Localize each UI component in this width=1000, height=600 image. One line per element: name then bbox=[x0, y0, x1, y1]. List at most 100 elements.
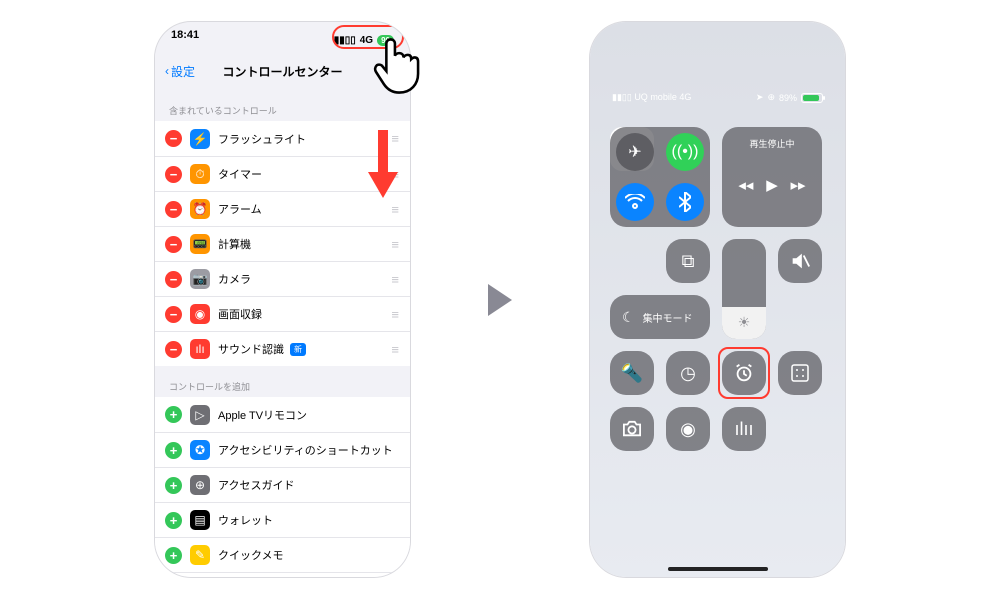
statusbar-left: 18:41 ▮▮▯▯ 4G 90 bbox=[155, 22, 410, 52]
moon-icon: ☾ bbox=[622, 309, 635, 326]
control-icon: 📷 bbox=[190, 269, 210, 289]
drag-handle-icon[interactable]: ≡ bbox=[391, 202, 398, 217]
add-button[interactable]: + bbox=[165, 442, 182, 459]
play-icon[interactable]: ▶ bbox=[766, 176, 778, 194]
included-controls-list: −⚡フラッシュライト≡−⏱タイマー≡−⏰アラーム≡−📟計算機≡−📷カメラ≡−◉画… bbox=[155, 121, 410, 366]
drag-handle-icon[interactable]: ≡ bbox=[391, 342, 398, 357]
screen-record-tile[interactable]: ◉ bbox=[666, 407, 710, 451]
volume-slider[interactable] bbox=[778, 239, 822, 283]
control-label: Apple TVリモコン bbox=[218, 407, 307, 423]
signal-icon: ▮▮▯▯ bbox=[612, 92, 634, 102]
remove-button[interactable]: − bbox=[165, 271, 182, 288]
battery-icon bbox=[801, 93, 823, 103]
page-title: コントロールセンター bbox=[155, 63, 410, 80]
control-label: タイマー bbox=[218, 166, 262, 182]
control-icon: ⚡ bbox=[190, 129, 210, 149]
now-playing-tile[interactable]: 再生停止中 ◂◂ ▶ ▸▸ bbox=[722, 127, 822, 227]
phone-control-center: ▮▮▯▯ UQ mobile 4G ➤ ⊕ 89% ✈ ((•)) 再生停止中 … bbox=[590, 22, 845, 577]
calculator-tile[interactable] bbox=[778, 351, 822, 395]
add-button[interactable]: + bbox=[165, 477, 182, 494]
flashlight-tile[interactable]: 🔦 bbox=[610, 351, 654, 395]
connectivity-tile[interactable]: ✈ ((•)) bbox=[610, 127, 710, 227]
remove-button[interactable]: − bbox=[165, 166, 182, 183]
battery-pill: 90 bbox=[377, 35, 394, 46]
airplane-toggle[interactable]: ✈ bbox=[616, 133, 654, 171]
control-icon: ◉ bbox=[190, 304, 210, 324]
navbar: ‹ 設定 コントロールセンター bbox=[155, 52, 410, 90]
control-icon: 📟 bbox=[190, 234, 210, 254]
timer-tile[interactable]: ◷ bbox=[666, 351, 710, 395]
remove-button[interactable]: − bbox=[165, 306, 182, 323]
control-label: クイックメモ bbox=[218, 547, 284, 563]
section-header-included: 含まれているコントロール bbox=[155, 90, 410, 121]
location-icon: ➤ bbox=[756, 92, 764, 103]
add-button[interactable]: + bbox=[165, 512, 182, 529]
control-row[interactable]: −⏱タイマー≡ bbox=[155, 156, 410, 191]
add-button[interactable]: + bbox=[165, 406, 182, 423]
now-playing-title: 再生停止中 bbox=[732, 137, 812, 150]
control-row[interactable]: −⏰アラーム≡ bbox=[155, 191, 410, 226]
control-label: 計算機 bbox=[218, 236, 251, 252]
control-row[interactable]: +▣コードスキャナー bbox=[155, 572, 410, 577]
control-label: 画面収録 bbox=[218, 306, 262, 322]
control-center-grid: ✈ ((•)) 再生停止中 ◂◂ ▶ ▸▸ ⧉ ☀ bbox=[610, 127, 825, 171]
signal-icon: ▮▮▯▯ bbox=[334, 35, 356, 46]
bluetooth-toggle[interactable] bbox=[666, 183, 704, 221]
network-label: 4G bbox=[360, 35, 373, 46]
control-row[interactable]: −⚡ フラッシュライト ≡ bbox=[155, 121, 410, 156]
cellular-toggle[interactable]: ((•)) bbox=[666, 133, 704, 171]
control-icon: ✪ bbox=[190, 440, 210, 460]
add-button[interactable]: + bbox=[165, 547, 182, 564]
phone-settings: 18:41 ▮▮▯▯ 4G 90 ‹ 設定 コントロールセンター 含まれているコ… bbox=[155, 22, 410, 577]
alarm-active-icon: ⊕ bbox=[767, 92, 775, 103]
control-icon: ılı bbox=[190, 339, 210, 359]
carrier-label: ▮▮▯▯ UQ mobile 4G bbox=[612, 92, 691, 103]
settings-scroll[interactable]: 含まれているコントロール −⚡フラッシュライト≡−⏱タイマー≡−⏰アラーム≡−📟… bbox=[155, 90, 410, 577]
wifi-toggle[interactable] bbox=[616, 183, 654, 221]
control-row[interactable]: + ⊕ アクセスガイド bbox=[155, 467, 410, 502]
control-icon: ⊕ bbox=[190, 475, 210, 495]
control-row[interactable]: + ▤ ウォレット bbox=[155, 502, 410, 537]
sound-recognition-tile[interactable]: ılıı bbox=[722, 407, 766, 451]
remove-button[interactable]: − bbox=[165, 236, 182, 253]
media-controls: ◂◂ ▶ ▸▸ bbox=[732, 176, 812, 194]
forward-icon[interactable]: ▸▸ bbox=[791, 176, 806, 194]
control-row[interactable]: + ▷ Apple TVリモコン bbox=[155, 397, 410, 432]
statusbar-right: ▮▮▯▯ UQ mobile 4G ➤ ⊕ 89% bbox=[590, 92, 845, 103]
control-row[interactable]: −◉ 画面収録 ≡ bbox=[155, 296, 410, 331]
drag-handle-icon[interactable]: ≡ bbox=[391, 131, 398, 146]
drag-handle-icon[interactable]: ≡ bbox=[391, 167, 398, 182]
control-label: アクセシビリティのショートカット bbox=[218, 442, 393, 458]
drag-handle-icon[interactable]: ≡ bbox=[391, 237, 398, 252]
sun-icon: ☀ bbox=[722, 314, 766, 331]
control-label: アラーム bbox=[218, 201, 262, 217]
alarm-tile[interactable] bbox=[722, 351, 766, 395]
camera-tile[interactable] bbox=[610, 407, 654, 451]
rewind-icon[interactable]: ◂◂ bbox=[738, 176, 753, 194]
remove-button[interactable]: − bbox=[165, 201, 182, 218]
control-label: サウンド認識 bbox=[218, 341, 284, 357]
control-row[interactable]: + ✎ クイックメモ bbox=[155, 537, 410, 572]
control-row[interactable]: −📟 計算機 ≡ bbox=[155, 226, 410, 261]
control-label: アクセスガイド bbox=[218, 477, 294, 493]
control-label: フラッシュライト bbox=[218, 131, 306, 147]
remove-button[interactable]: − bbox=[165, 341, 182, 358]
brightness-slider[interactable]: ☀ bbox=[722, 239, 766, 339]
control-row[interactable]: −ılı サウンド認識新 ≡ bbox=[155, 331, 410, 366]
home-indicator[interactable] bbox=[668, 567, 768, 571]
control-icon: ▤ bbox=[190, 510, 210, 530]
control-icon: ✎ bbox=[190, 545, 210, 565]
drag-handle-icon[interactable]: ≡ bbox=[391, 307, 398, 322]
control-row[interactable]: −📷カメラ≡ bbox=[155, 261, 410, 296]
control-label: ウォレット bbox=[218, 512, 273, 528]
section-header-more: コントロールを追加 bbox=[155, 366, 410, 397]
focus-mode-tile[interactable]: ☾ 集中モード bbox=[610, 295, 710, 339]
control-icon: ▷ bbox=[190, 405, 210, 425]
more-controls-list: + ▷ Apple TVリモコン + ✪ アクセシビリティのショートカット + ⊕ アクセスガイ… bbox=[155, 397, 410, 577]
status-time: 18:41 bbox=[171, 29, 199, 52]
new-badge: 新 bbox=[290, 343, 306, 356]
remove-button[interactable]: − bbox=[165, 130, 182, 147]
screen-mirroring-tile[interactable]: ⧉ bbox=[666, 239, 710, 283]
drag-handle-icon[interactable]: ≡ bbox=[391, 272, 398, 287]
control-row[interactable]: + ✪ アクセシビリティのショートカット bbox=[155, 432, 410, 467]
